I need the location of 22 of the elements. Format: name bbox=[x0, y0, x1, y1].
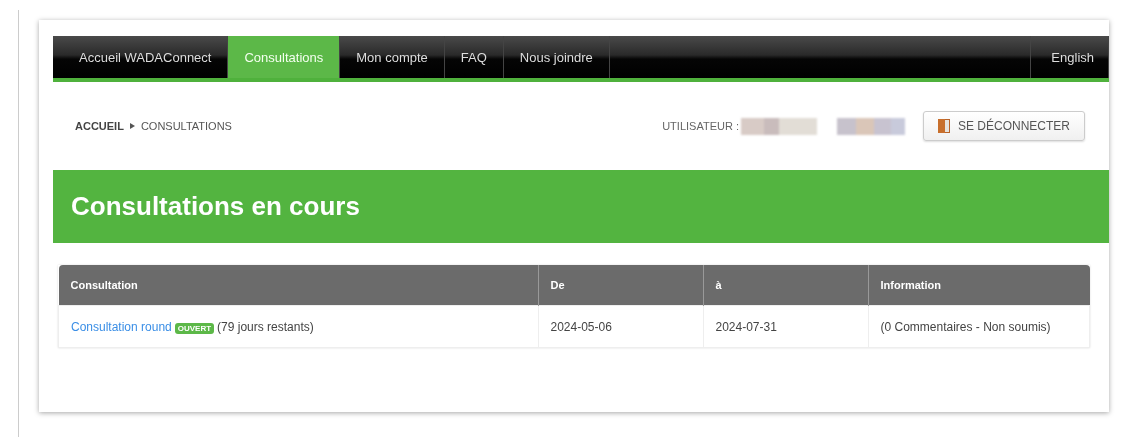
page-title: Consultations en cours bbox=[71, 191, 360, 222]
door-icon bbox=[938, 118, 950, 134]
breadcrumb-link[interactable]: CONSULTATIONS bbox=[140, 120, 232, 132]
column-header: De bbox=[538, 265, 703, 306]
nav-tab[interactable]: FAQ bbox=[444, 36, 504, 78]
column-header: à bbox=[703, 265, 868, 306]
breadcrumb-separator-icon bbox=[129, 123, 135, 129]
remaining-days: (79 jours restants) bbox=[217, 319, 314, 334]
user-label: UTILISATEUR : bbox=[662, 120, 739, 132]
table-cell: (0 Commentaires - Non soumis) bbox=[868, 305, 1090, 348]
table-cell: 2024-05-06 bbox=[538, 305, 703, 348]
column-header: Information bbox=[868, 265, 1090, 306]
column-header: Consultation bbox=[58, 265, 538, 306]
status-badge: OUVERT bbox=[174, 322, 215, 334]
breadcrumb-link[interactable]: ACCUEIL bbox=[75, 120, 124, 132]
nav-tab[interactable]: Mon compte bbox=[340, 36, 445, 78]
language-link[interactable]: English bbox=[1031, 36, 1109, 78]
consultation-link[interactable]: Consultation round bbox=[71, 319, 172, 334]
redacted-name bbox=[837, 117, 905, 135]
table-cell: 2024-07-31 bbox=[703, 305, 868, 348]
nav-tab[interactable]: Nous joindre bbox=[503, 36, 610, 78]
logout-button[interactable]: SE DÉCONNECTER bbox=[923, 111, 1085, 141]
